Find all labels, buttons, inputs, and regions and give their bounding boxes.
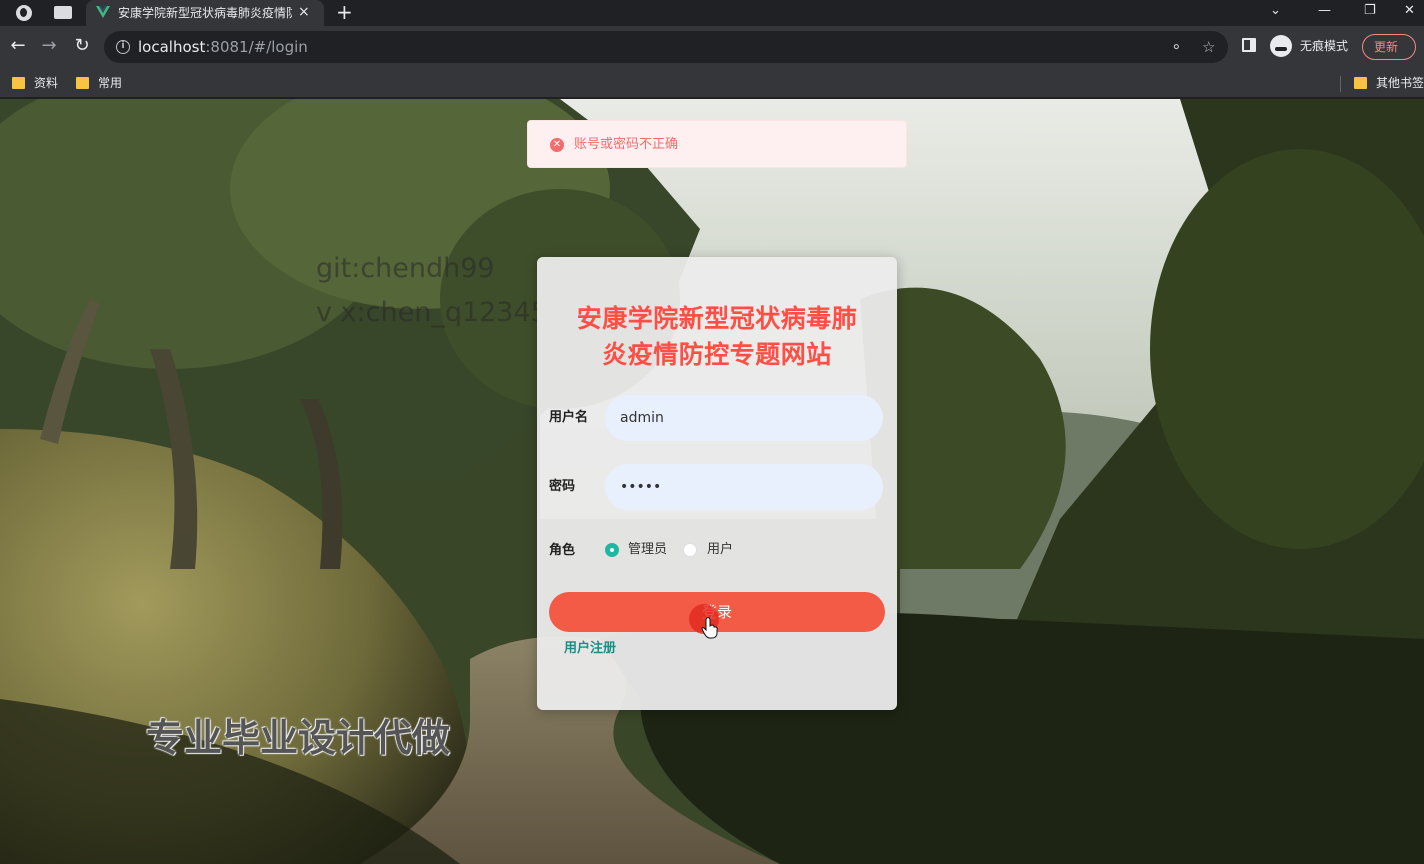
url-text: localhost:8081/#/login: [138, 38, 308, 56]
restore-icon[interactable]: ❐: [1364, 0, 1376, 22]
update-button[interactable]: 更新: [1362, 34, 1416, 60]
password-key-icon[interactable]: ⚬: [1170, 37, 1183, 57]
window-tabs-icon[interactable]: [54, 6, 72, 19]
bookmarks-divider: [1340, 76, 1341, 92]
side-panel-icon[interactable]: [1242, 38, 1256, 52]
bookmark-star-icon[interactable]: ☆: [1202, 37, 1215, 57]
role-label: 角色: [549, 543, 576, 558]
role-radio-admin[interactable]: [605, 543, 619, 557]
page-viewport: git:chendh99 v x:chen_q123456 专业毕业设计代做 ✕…: [0, 99, 1424, 864]
back-arrow-icon[interactable]: ←: [7, 35, 29, 57]
bookmark-folder-ziliao[interactable]: 资料: [12, 74, 58, 92]
role-label-user[interactable]: 用户: [707, 541, 733, 559]
new-tab-button[interactable]: +: [336, 0, 353, 24]
globe-icon[interactable]: [16, 5, 32, 21]
tab-strip: 安康学院新型冠状病毒肺炎疫情防控专题网站 × + ⌄ — ❐ ✕: [0, 0, 1424, 26]
tab-close-icon[interactable]: ×: [298, 3, 310, 21]
tab-title: 安康学院新型冠状病毒肺炎疫情防控专题网站: [118, 6, 292, 20]
close-window-icon[interactable]: ✕: [1404, 0, 1415, 22]
error-message-toast: ✕ 账号或密码不正确: [527, 120, 907, 168]
incognito-icon[interactable]: [1270, 35, 1292, 57]
tab-search-chevron-icon[interactable]: ⌄: [1270, 0, 1281, 22]
url-host: localhost: [138, 38, 206, 56]
vue-logo-icon: [96, 6, 110, 18]
username-input[interactable]: [605, 395, 883, 441]
promo-overlay-text: 专业毕业设计代做: [146, 716, 451, 760]
username-label: 用户名: [549, 410, 589, 425]
site-info-icon[interactable]: i: [116, 40, 130, 54]
bookmark-folder-changyong[interactable]: 常用: [76, 74, 122, 92]
site-title-line2: 炎疫情防控专题网站: [602, 340, 832, 369]
site-title-line1: 安康学院新型冠状病毒肺: [576, 304, 858, 333]
bookmarks-bar: 资料 常用 其他书签: [0, 68, 1424, 98]
password-label: 密码: [549, 479, 576, 494]
login-card: 安康学院新型冠状病毒肺 炎疫情防控专题网站 用户名 密码 角色 管理员 用户 登…: [537, 257, 897, 710]
other-bookmarks-folder[interactable]: 其他书签: [1354, 74, 1424, 92]
watermark-contact: v x:chen_q123456: [316, 297, 566, 328]
incognito-label: 无痕模式: [1300, 39, 1349, 53]
browser-toolbar: ← → ↻ i localhost:8081/#/login ⚬ ☆ 无痕模式 …: [0, 26, 1424, 68]
forward-arrow-icon[interactable]: →: [38, 35, 60, 57]
reload-icon[interactable]: ↻: [71, 35, 93, 57]
site-title: 安康学院新型冠状病毒肺 炎疫情防控专题网站: [537, 301, 897, 373]
minimize-icon[interactable]: —: [1318, 0, 1331, 22]
register-link[interactable]: 用户注册: [564, 640, 616, 658]
watermark-git: git:chendh99: [316, 253, 495, 284]
error-circle-icon: ✕: [550, 138, 564, 152]
url-path: :8081/#/login: [205, 38, 308, 56]
hand-cursor-icon: [701, 617, 718, 639]
role-label-admin[interactable]: 管理员: [628, 541, 667, 559]
address-bar[interactable]: i localhost:8081/#/login ⚬ ☆: [104, 31, 1228, 63]
role-radio-user[interactable]: [683, 543, 697, 557]
password-input[interactable]: [605, 464, 883, 510]
error-message-text: 账号或密码不正确: [574, 137, 679, 152]
